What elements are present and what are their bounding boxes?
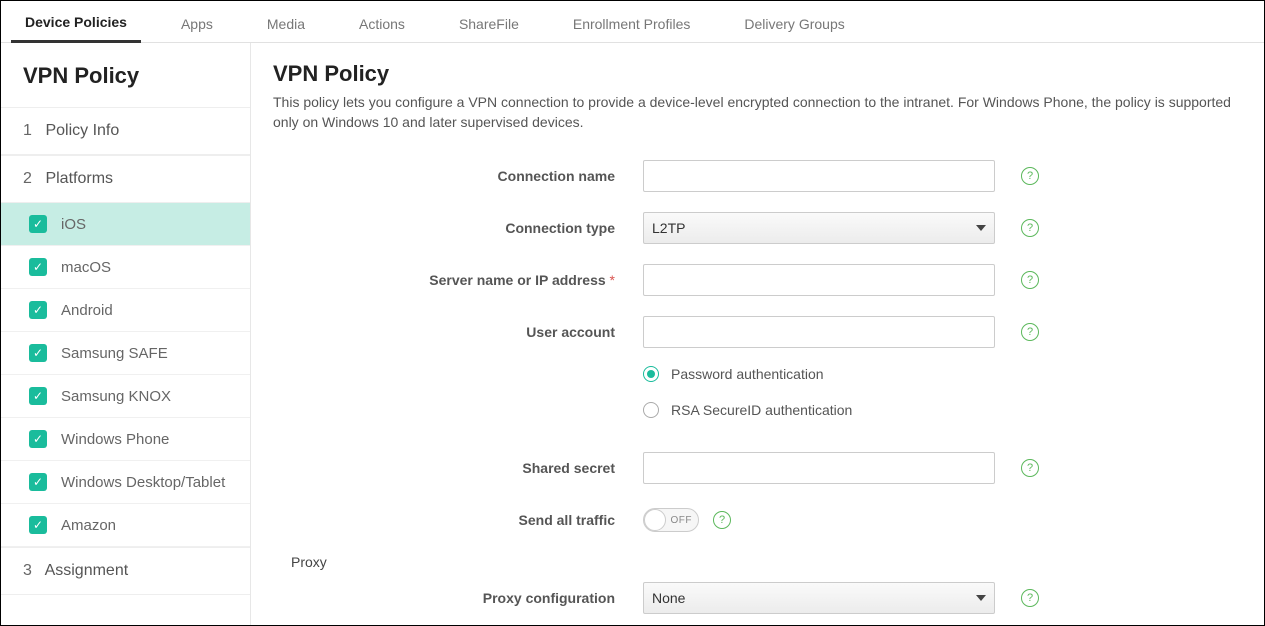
platform-label: iOS <box>61 216 86 233</box>
connection-name-input[interactable] <box>643 160 995 192</box>
main-tabs: Device Policies Apps Media Actions Share… <box>1 1 1264 43</box>
platform-item-samsung-knox[interactable]: ✓ Samsung KNOX <box>1 375 250 418</box>
tab-media[interactable]: Media <box>253 6 319 42</box>
step-label: Policy Info <box>45 122 119 139</box>
tab-sharefile[interactable]: ShareFile <box>445 6 533 42</box>
step-label: Platforms <box>45 170 113 187</box>
step-assignment[interactable]: 3 Assignment <box>1 547 250 595</box>
radio-label: Password authentication <box>671 366 824 382</box>
tab-device-policies[interactable]: Device Policies <box>11 4 141 43</box>
label-proxy-configuration: Proxy configuration <box>273 590 643 606</box>
platform-item-windows-phone[interactable]: ✓ Windows Phone <box>1 418 250 461</box>
connection-type-select[interactable]: L2TP <box>643 212 995 244</box>
help-icon[interactable]: ? <box>1021 589 1039 607</box>
toggle-knob <box>644 509 666 531</box>
sidebar-title: VPN Policy <box>1 43 250 107</box>
platform-label: macOS <box>61 259 111 276</box>
platform-item-samsung-safe[interactable]: ✓ Samsung SAFE <box>1 332 250 375</box>
step-label: Assignment <box>45 562 129 579</box>
page-title: VPN Policy <box>273 61 1264 87</box>
label-connection-type: Connection type <box>273 220 643 236</box>
platform-label: Samsung SAFE <box>61 345 168 362</box>
main-content: VPN Policy This policy lets you configur… <box>251 43 1264 625</box>
tab-apps[interactable]: Apps <box>167 6 227 42</box>
help-icon[interactable]: ? <box>1021 323 1039 341</box>
tab-delivery-groups[interactable]: Delivery Groups <box>730 6 858 42</box>
platform-label: Windows Desktop/Tablet <box>61 474 225 491</box>
platform-item-amazon[interactable]: ✓ Amazon <box>1 504 250 547</box>
help-icon[interactable]: ? <box>1021 167 1039 185</box>
tab-enrollment-profiles[interactable]: Enrollment Profiles <box>559 6 705 42</box>
check-icon: ✓ <box>29 215 47 233</box>
user-account-input[interactable] <box>643 316 995 348</box>
chevron-down-icon <box>976 225 986 231</box>
page-description: This policy lets you configure a VPN con… <box>273 93 1253 132</box>
platform-item-android[interactable]: ✓ Android <box>1 289 250 332</box>
platform-item-windows-desktop-tablet[interactable]: ✓ Windows Desktop/Tablet <box>1 461 250 504</box>
check-icon: ✓ <box>29 344 47 362</box>
platform-label: Amazon <box>61 517 116 534</box>
check-icon: ✓ <box>29 301 47 319</box>
help-icon[interactable]: ? <box>1021 271 1039 289</box>
radio-rsa-auth[interactable] <box>643 402 659 418</box>
send-all-traffic-toggle[interactable]: OFF <box>643 508 699 532</box>
step-policy-info[interactable]: 1 Policy Info <box>1 107 250 155</box>
required-marker: * <box>610 272 615 288</box>
radio-label: RSA SecureID authentication <box>671 402 852 418</box>
platform-item-macos[interactable]: ✓ macOS <box>1 246 250 289</box>
select-value: L2TP <box>652 220 685 236</box>
platform-label: Samsung KNOX <box>61 388 171 405</box>
label-send-all-traffic: Send all traffic <box>273 512 643 528</box>
label-server: Server name or IP address * <box>273 272 643 288</box>
policy-wizard-sidebar: VPN Policy 1 Policy Info 2 Platforms ✓ i… <box>1 43 251 625</box>
check-icon: ✓ <box>29 473 47 491</box>
check-icon: ✓ <box>29 387 47 405</box>
select-value: None <box>652 590 685 606</box>
proxy-configuration-select[interactable]: None <box>643 582 995 614</box>
label-user-account: User account <box>273 324 643 340</box>
check-icon: ✓ <box>29 430 47 448</box>
help-icon[interactable]: ? <box>1021 459 1039 477</box>
platform-item-ios[interactable]: ✓ iOS <box>1 203 250 246</box>
platform-label: Android <box>61 302 113 319</box>
radio-password-auth[interactable] <box>643 366 659 382</box>
step-platforms[interactable]: 2 Platforms <box>1 155 250 203</box>
section-proxy: Proxy <box>273 554 1264 570</box>
tab-actions[interactable]: Actions <box>345 6 419 42</box>
shared-secret-input[interactable] <box>643 452 995 484</box>
check-icon: ✓ <box>29 258 47 276</box>
label-connection-name: Connection name <box>273 168 643 184</box>
label-shared-secret: Shared secret <box>273 460 643 476</box>
server-input[interactable] <box>643 264 995 296</box>
platform-label: Windows Phone <box>61 431 169 448</box>
help-icon[interactable]: ? <box>713 511 731 529</box>
check-icon: ✓ <box>29 516 47 534</box>
help-icon[interactable]: ? <box>1021 219 1039 237</box>
toggle-state: OFF <box>671 515 693 526</box>
chevron-down-icon <box>976 595 986 601</box>
